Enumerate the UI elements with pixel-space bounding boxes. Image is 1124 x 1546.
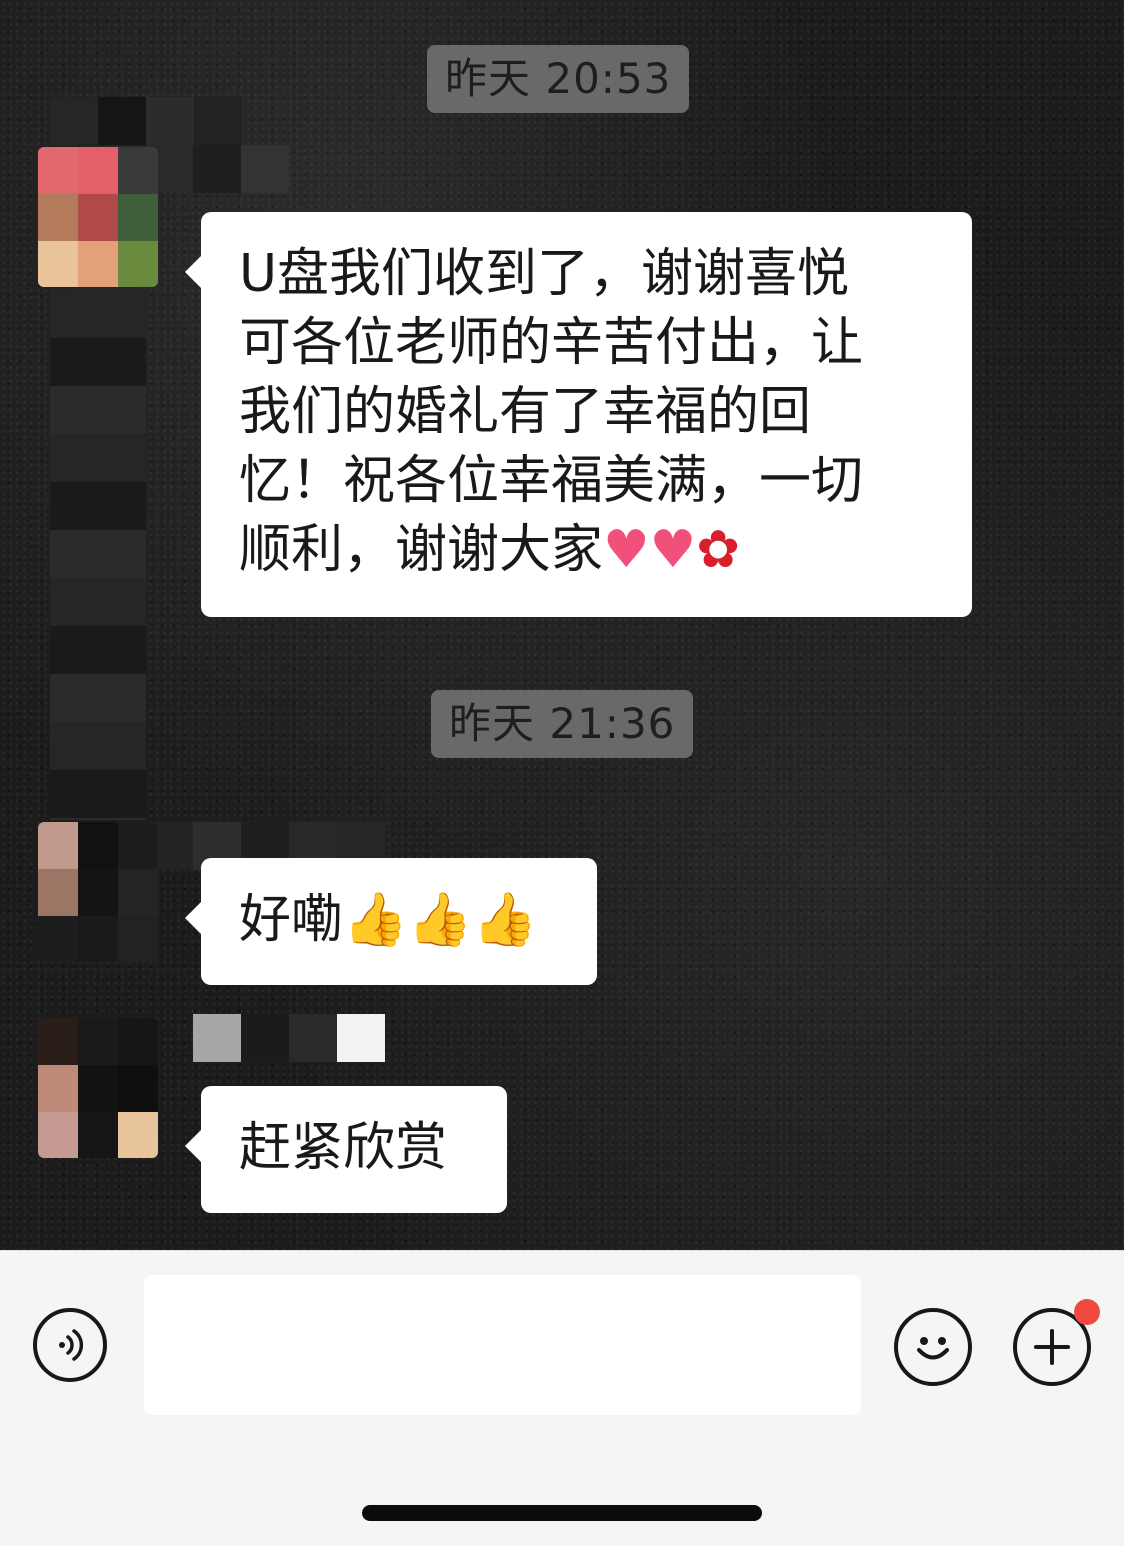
thumbs-up-icon: 👍 <box>343 890 408 950</box>
thumbs-up-icon: 👍 <box>472 890 538 950</box>
message-line: 我们的婚礼有了幸福的回 <box>239 382 812 442</box>
message-line: U盘我们收到了，谢谢喜悦 <box>239 244 850 304</box>
sender-name-blurred <box>145 145 289 193</box>
message-line: 顺利，谢谢大家♥♥✿ <box>239 516 936 585</box>
blurred-strip <box>50 290 146 820</box>
timestamp-2: 昨天 21:36 <box>431 690 694 758</box>
emoji-icon <box>917 1337 949 1360</box>
message-text: 顺利，谢谢大家 <box>239 520 604 580</box>
voice-button[interactable] <box>33 1308 107 1382</box>
input-bar <box>0 1250 1124 1546</box>
message-line: 可各位老师的辛苦付出，让 <box>239 313 864 373</box>
heart-icon: ♥ <box>649 520 697 580</box>
timestamp-1: 昨天 20:53 <box>427 45 690 113</box>
thumbs-up-icon: 👍 <box>407 890 473 950</box>
message-input[interactable] <box>144 1275 861 1415</box>
avatar[interactable] <box>38 147 158 287</box>
heart-icon: ♥ <box>603 520 650 580</box>
message-line: 忆！祝各位幸福美满，一切 <box>239 451 864 511</box>
message-text: 好嘞 <box>239 890 344 950</box>
message-bubble-3[interactable]: 赶紧欣赏 <box>185 1086 507 1213</box>
emoji-button[interactable] <box>894 1308 972 1386</box>
sender-name-blurred-top <box>50 97 242 145</box>
chat-area[interactable]: 昨天 20:53 U盘我们收到了，谢谢喜悦 可各位老师的辛苦付出，让 我们的婚礼… <box>0 0 1124 1250</box>
notification-badge <box>1074 1299 1100 1325</box>
rose-icon: ✿ <box>696 520 740 580</box>
message-bubble-1[interactable]: U盘我们收到了，谢谢喜悦 可各位老师的辛苦付出，让 我们的婚礼有了幸福的回 忆！… <box>185 212 972 617</box>
voice-icon <box>59 1329 84 1361</box>
message-text: 赶紧欣赏 <box>239 1118 448 1178</box>
home-indicator[interactable] <box>362 1505 762 1521</box>
avatar[interactable] <box>38 1018 158 1158</box>
avatar[interactable] <box>38 822 158 962</box>
plus-icon <box>1034 1329 1070 1365</box>
sender-name-blurred <box>193 1014 385 1062</box>
message-bubble-2[interactable]: 好嘞👍👍👍 <box>185 858 597 985</box>
